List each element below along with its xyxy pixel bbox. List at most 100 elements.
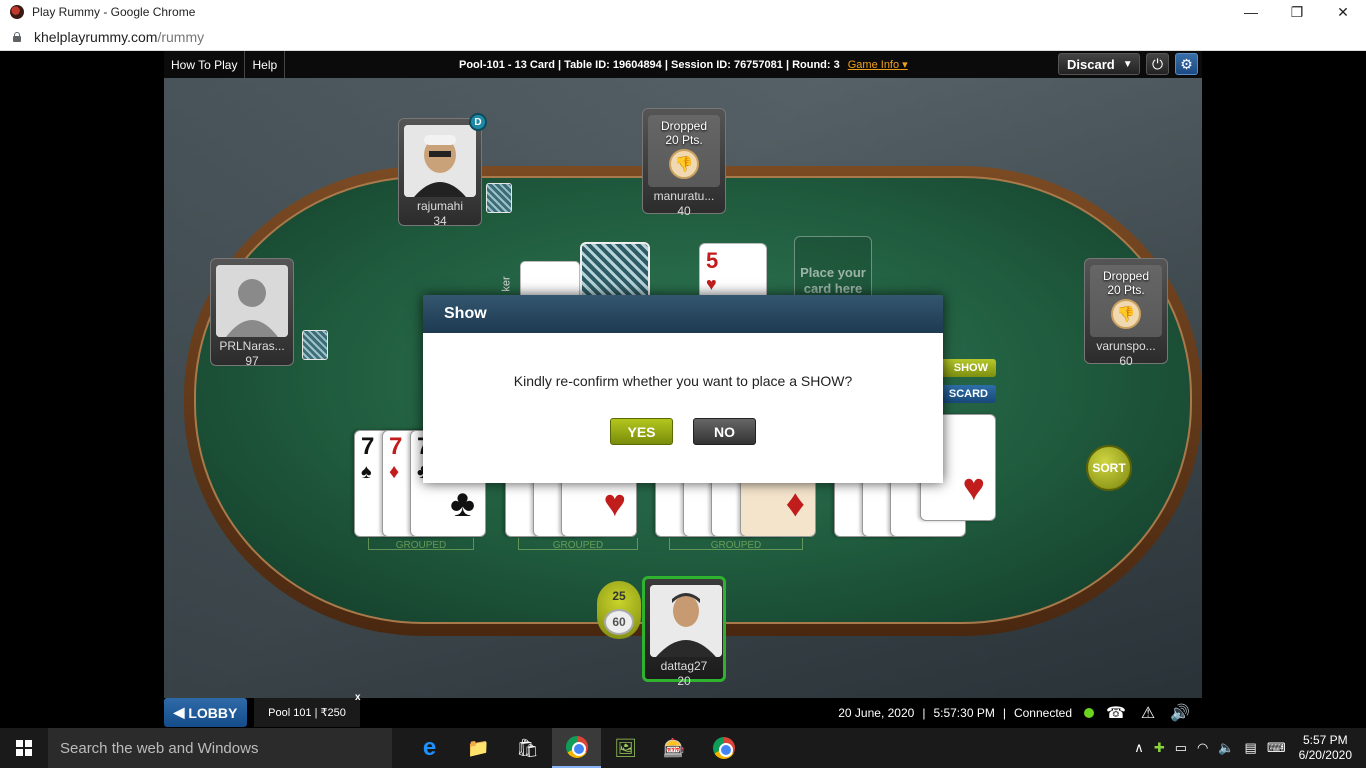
game-app-icon[interactable]: 🎰 <box>650 728 699 768</box>
chrome-taskbar-icon[interactable] <box>552 728 601 768</box>
browser-titlebar: Play Rummy - Google Chrome — ❐ ✕ <box>0 0 1366 24</box>
windows-logo-icon <box>16 740 32 756</box>
windows-taskbar: Search the web and Windows e 📁 🛍 🖼 🎰 ∧ ✚… <box>0 728 1366 768</box>
discard-button[interactable]: SCARD <box>934 385 996 403</box>
wifi-icon[interactable]: ◠ <box>1197 740 1208 756</box>
url-path: /rummy <box>157 29 205 45</box>
player-seat-prlnaras[interactable]: PRLNaras... 97 <box>210 258 294 368</box>
dropped-label: Dropped 20 Pts. <box>643 119 725 147</box>
store-icon[interactable]: 🛍 <box>503 728 552 768</box>
help-link[interactable]: Help <box>245 51 286 78</box>
gear-icon[interactable]: ⚙ <box>1175 53 1198 75</box>
system-tray: ∧ ✚ ▭ ◠ 🔈 ▤ ⌨ 5:57 PM 6/20/2020 <box>1129 728 1366 768</box>
heart-icon: ♥ <box>706 274 717 294</box>
lobby-button[interactable]: ◀ LOBBY <box>164 698 247 727</box>
close-window-button[interactable]: ✕ <box>1320 0 1366 24</box>
table-info: Pool-101 - 13 Card | Table ID: 19604894 … <box>459 51 908 78</box>
clock-date: 6/20/2020 <box>1298 748 1352 762</box>
thumbs-down-icon: 👎 <box>1111 299 1141 329</box>
group-label: GROUPED <box>669 538 803 551</box>
show-button[interactable]: SHOW <box>934 359 996 377</box>
pool-table-tab[interactable]: Pool 101 | ₹250 <box>254 698 360 727</box>
lobby-label: LOBBY <box>188 704 238 721</box>
support-icon[interactable]: ☎ <box>1106 703 1126 723</box>
notifications-icon[interactable]: ▤ <box>1245 740 1257 756</box>
discard-dropdown-label: Discard <box>1067 56 1115 72</box>
player-seat-rajumahi[interactable]: D rajumahi 34 <box>398 113 487 228</box>
status-info: 20 June, 2020 | 5:57:30 PM | Connected ☎… <box>838 698 1190 727</box>
start-button[interactable] <box>0 728 48 768</box>
no-button[interactable]: NO <box>693 418 756 445</box>
player-score: 60 <box>1119 354 1133 368</box>
dropped-points: 20 Pts. <box>665 133 703 147</box>
player-score: 20 <box>677 674 691 688</box>
chevron-up-icon[interactable]: ∧ <box>1134 740 1144 756</box>
heart-icon: ♥ <box>603 483 626 525</box>
restore-button[interactable]: ❐ <box>1274 0 1320 24</box>
url-text[interactable]: khelplayrummy.com/rummy <box>34 29 204 45</box>
player-score: 97 <box>245 354 259 368</box>
close-tab-button[interactable]: x <box>355 692 361 703</box>
game-info-label: Game Info <box>847 59 900 71</box>
chrome-taskbar-icon-2[interactable] <box>699 728 748 768</box>
edge-icon[interactable]: e <box>405 728 454 768</box>
avatar <box>404 125 476 197</box>
chevron-down-icon: ▼ <box>1122 58 1133 70</box>
dialog-message: Kindly re-confirm whether you want to pl… <box>513 373 853 389</box>
dropped-points: 20 Pts. <box>1107 283 1145 297</box>
diamond-icon: ♦ <box>389 461 400 483</box>
battery-icon[interactable]: ▭ <box>1175 740 1187 756</box>
default-avatar-icon <box>216 265 288 337</box>
status-time: 5:57:30 PM <box>933 705 995 720</box>
volume-icon[interactable]: 🔈 <box>1218 740 1234 756</box>
avatar <box>650 585 722 657</box>
player-cards-icon <box>302 330 328 360</box>
spade-icon: ♠ <box>361 461 372 483</box>
diamond-icon: ♦ <box>785 483 805 525</box>
player-cards-icon <box>486 183 512 213</box>
taskbar-clock[interactable]: 5:57 PM 6/20/2020 <box>1299 733 1352 763</box>
keyboard-icon[interactable]: ⌨ <box>1267 740 1286 756</box>
minimize-button[interactable]: — <box>1228 0 1274 24</box>
separator: | <box>1002 705 1006 720</box>
dropped-text: Dropped <box>660 119 708 133</box>
power-icon[interactable]: ⏻ <box>1146 53 1169 75</box>
address-bar[interactable]: khelplayrummy.com/rummy <box>0 24 1366 51</box>
game-status-bar: ◀ LOBBY Pool 101 | ₹250 x 20 June, 2020 … <box>164 692 1202 728</box>
player-seat-manuratu[interactable]: Dropped 20 Pts. 👎 manuratu... 40 <box>642 108 726 218</box>
photos-icon[interactable]: 🖼 <box>601 728 650 768</box>
player-seat-me[interactable]: dattag27 20 <box>642 576 726 688</box>
player-photo-icon <box>650 585 722 657</box>
joker-label: ker <box>500 276 513 292</box>
player-seat-varunspo[interactable]: Dropped 20 Pts. 👎 varunspo... 60 <box>1084 258 1168 368</box>
table-info-text: Pool-101 - 13 Card | Table ID: 19604894 … <box>459 58 840 71</box>
rummy-favicon-icon <box>10 5 24 19</box>
player-photo-icon <box>404 125 476 197</box>
chrome-icon <box>565 736 588 758</box>
discard-dropdown-button[interactable]: Discard ▼ <box>1058 53 1140 75</box>
dialog-title: Show <box>423 295 943 333</box>
sort-button[interactable]: SORT <box>1086 445 1132 491</box>
game-info-link[interactable]: Game Info ▾ <box>848 58 908 71</box>
thumbs-down-icon: 👎 <box>669 149 699 179</box>
taskbar-search[interactable]: Search the web and Windows <box>48 728 392 768</box>
player-name: dattag27 <box>660 659 708 673</box>
separator: | <box>922 705 926 720</box>
how-to-play-link[interactable]: How To Play <box>164 51 246 78</box>
window-controls: — ❐ ✕ <box>1228 0 1366 24</box>
file-explorer-icon[interactable]: 📁 <box>454 728 503 768</box>
yes-button[interactable]: YES <box>610 418 673 445</box>
show-confirm-dialog: Show Kindly re-confirm whether you want … <box>423 295 943 483</box>
shield-icon[interactable]: ✚ <box>1154 740 1165 756</box>
warning-icon[interactable]: ⚠ <box>1138 703 1158 723</box>
player-name: rajumahi <box>416 199 464 213</box>
player-score: 40 <box>677 204 691 218</box>
player-name: PRLNaras... <box>219 339 285 353</box>
status-date: 20 June, 2020 <box>838 705 915 720</box>
speaker-icon[interactable]: 🔊 <box>1170 703 1190 723</box>
lock-icon[interactable] <box>12 32 22 42</box>
dropped-text: Dropped <box>1102 269 1150 283</box>
url-host: khelplayrummy.com <box>34 29 158 45</box>
card-rank: 7 <box>389 433 403 460</box>
group-label: GROUPED <box>518 538 638 551</box>
